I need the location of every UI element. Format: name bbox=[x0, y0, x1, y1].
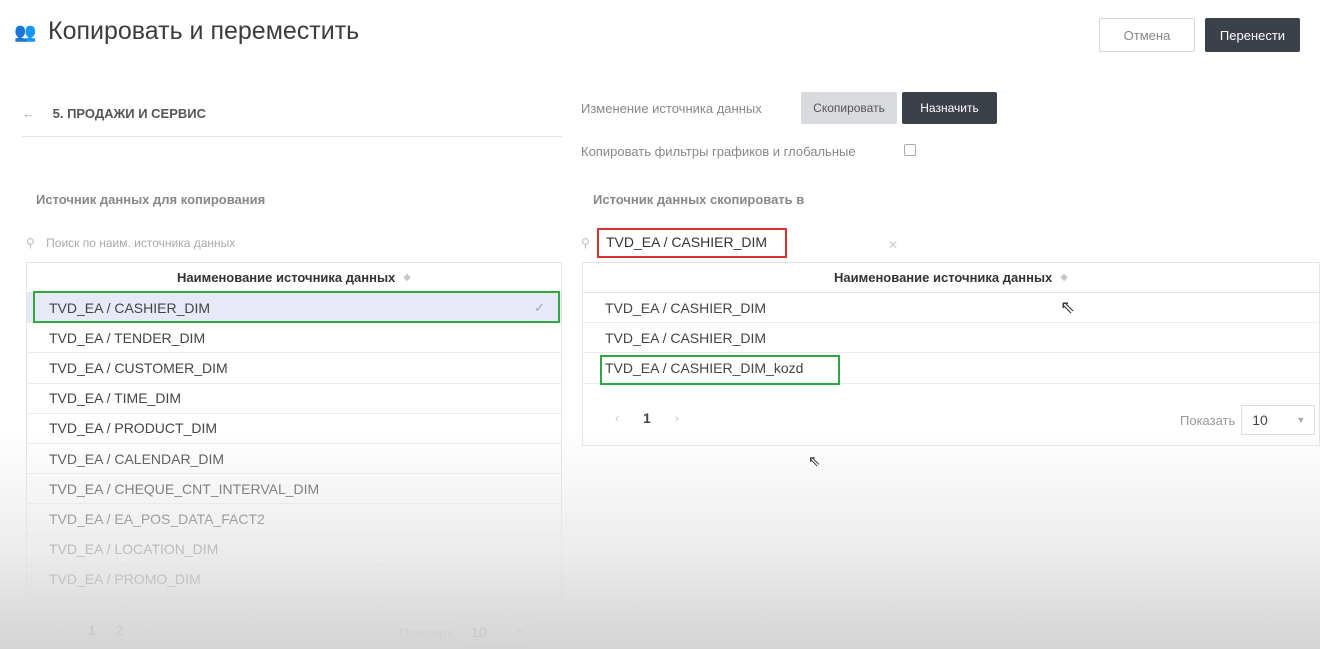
cursor-icon: ⇖ bbox=[808, 453, 821, 470]
source-page-size: Показать 10 ▼ bbox=[399, 617, 535, 647]
page-1[interactable]: 1 bbox=[643, 410, 651, 426]
row-label: TVD_EA / CHEQUE_CNT_INTERVAL_DIM bbox=[49, 480, 320, 497]
cancel-button[interactable]: Отмена bbox=[1099, 18, 1195, 52]
next-page-icon[interactable]: › bbox=[675, 411, 679, 425]
table-row[interactable]: TVD_EA / CALENDAR_DIM bbox=[27, 444, 561, 475]
row-label: TVD_EA / TENDER_DIM bbox=[49, 329, 206, 346]
table-row[interactable]: TVD_EA / PRODUCT_DIM bbox=[27, 414, 561, 444]
target-pagination: ‹ 1 › bbox=[601, 410, 693, 426]
table-row[interactable]: TVD_EA / TIME_DIM bbox=[27, 384, 561, 414]
table-row[interactable]: TVD_EA / PROMO_DIM bbox=[27, 565, 561, 595]
source-table-header[interactable]: Наименование источника данных ◆ bbox=[27, 263, 561, 293]
people-icon: 👥 bbox=[14, 22, 37, 42]
source-search-input[interactable]: Поиск по наим. источника данных bbox=[46, 236, 235, 250]
close-icon[interactable]: ✕ bbox=[888, 238, 898, 252]
target-search: ⚲ bbox=[581, 236, 598, 250]
source-table-body: TVD_EA / CASHIER_DIM ✓ TVD_EA / TENDER_DIM… bbox=[27, 293, 561, 595]
breadcrumb-label: 5. ПРОДАЖИ И СЕРВИС bbox=[52, 106, 207, 121]
cursor-icon: ⇖ bbox=[1060, 297, 1076, 317]
divider bbox=[22, 136, 562, 137]
page-size-value: 10 bbox=[471, 624, 487, 640]
target-table-header[interactable]: Наименование источника данных ◆ bbox=[583, 263, 1319, 293]
sort-icon[interactable]: ◆ bbox=[403, 272, 411, 283]
search-icon: ⚲ bbox=[26, 236, 35, 250]
table-row[interactable]: TVD_EA / TENDER_DIM bbox=[27, 323, 561, 354]
page-size-select[interactable]: 10 ▼ bbox=[1241, 405, 1316, 435]
page-2[interactable]: 2 bbox=[116, 622, 124, 638]
copy-filters-label: Копировать фильтры графиков и глобальные bbox=[581, 144, 856, 159]
copy-button[interactable]: Скопировать bbox=[801, 92, 897, 124]
page-size-value: 10 bbox=[1252, 412, 1268, 428]
highlight-box-search bbox=[597, 228, 787, 258]
highlight-box-target bbox=[600, 355, 840, 385]
table-row[interactable]: TVD_EA / CHEQUE_CNT_INTERVAL_DIM bbox=[27, 474, 561, 505]
row-label: TVD_EA / TIME_DIM bbox=[49, 390, 181, 407]
source-search[interactable]: ⚲ Поиск по наим. источника данных bbox=[26, 236, 356, 250]
source-pagination: ‹ 1 2 › bbox=[46, 622, 166, 638]
highlight-box-source bbox=[33, 291, 560, 323]
table-row[interactable]: TVD_EA / LOCATION_DIM bbox=[27, 535, 561, 565]
move-button[interactable]: Перенести bbox=[1205, 18, 1300, 52]
back-arrow-icon[interactable]: ← bbox=[22, 106, 35, 121]
source-section-label: Источник данных для копирования bbox=[36, 192, 266, 207]
row-label: TVD_EA / EA_POS_DATA_FACT2 bbox=[49, 510, 265, 527]
next-page-icon[interactable]: › bbox=[148, 623, 152, 637]
row-label: TVD_EA / CUSTOMER_DIM bbox=[49, 359, 228, 376]
row-label: TVD_EA / PROMO_DIM bbox=[49, 571, 201, 588]
row-label: TVD_EA / PRODUCT_DIM bbox=[49, 420, 218, 437]
show-label: Показать bbox=[399, 624, 455, 640]
page-size-select[interactable]: 10 ▼ bbox=[460, 617, 535, 647]
column-header-label: Наименование источника данных bbox=[834, 270, 1053, 285]
page-1[interactable]: 1 bbox=[88, 622, 96, 638]
prev-page-icon[interactable]: ‹ bbox=[615, 411, 619, 425]
table-row[interactable]: TVD_EA / CASHIER_DIM bbox=[583, 293, 1319, 324]
sort-icon[interactable]: ◆ bbox=[1060, 272, 1068, 283]
table-row[interactable]: TVD_EA / EA_POS_DATA_FACT2 bbox=[27, 504, 561, 535]
column-header-label: Наименование источника данных bbox=[177, 270, 396, 285]
row-label: TVD_EA / CASHIER_DIM bbox=[605, 299, 767, 316]
prev-page-icon[interactable]: ‹ bbox=[60, 623, 64, 637]
row-label: TVD_EA / LOCATION_DIM bbox=[49, 541, 219, 558]
page-title: Копировать и переместить bbox=[48, 17, 360, 45]
table-row[interactable]: TVD_EA / CASHIER_DIM bbox=[583, 323, 1319, 354]
chevron-down-icon: ▼ bbox=[515, 627, 525, 637]
change-source-label: Изменение источника данных bbox=[581, 101, 762, 116]
show-label: Показать bbox=[1180, 412, 1236, 428]
target-table: Наименование источника данных ◆ TVD_EA /… bbox=[582, 262, 1320, 446]
chevron-down-icon: ▼ bbox=[1296, 415, 1306, 425]
target-section-label: Источник данных скопировать в bbox=[593, 192, 805, 207]
breadcrumb[interactable]: ← 5. ПРОДАЖИ И СЕРВИС bbox=[22, 106, 206, 121]
search-icon: ⚲ bbox=[581, 236, 590, 250]
row-label: TVD_EA / CALENDAR_DIM bbox=[49, 450, 225, 467]
page-header: 👥 Копировать и переместить Отмена Перене… bbox=[0, 0, 1320, 70]
assign-button[interactable]: Назначить bbox=[902, 92, 997, 124]
row-label: TVD_EA / CASHIER_DIM bbox=[605, 329, 767, 346]
copy-filters-checkbox[interactable] bbox=[904, 144, 916, 156]
target-page-size: Показать 10 ▼ bbox=[1180, 405, 1316, 435]
table-row[interactable]: TVD_EA / CUSTOMER_DIM bbox=[27, 353, 561, 384]
